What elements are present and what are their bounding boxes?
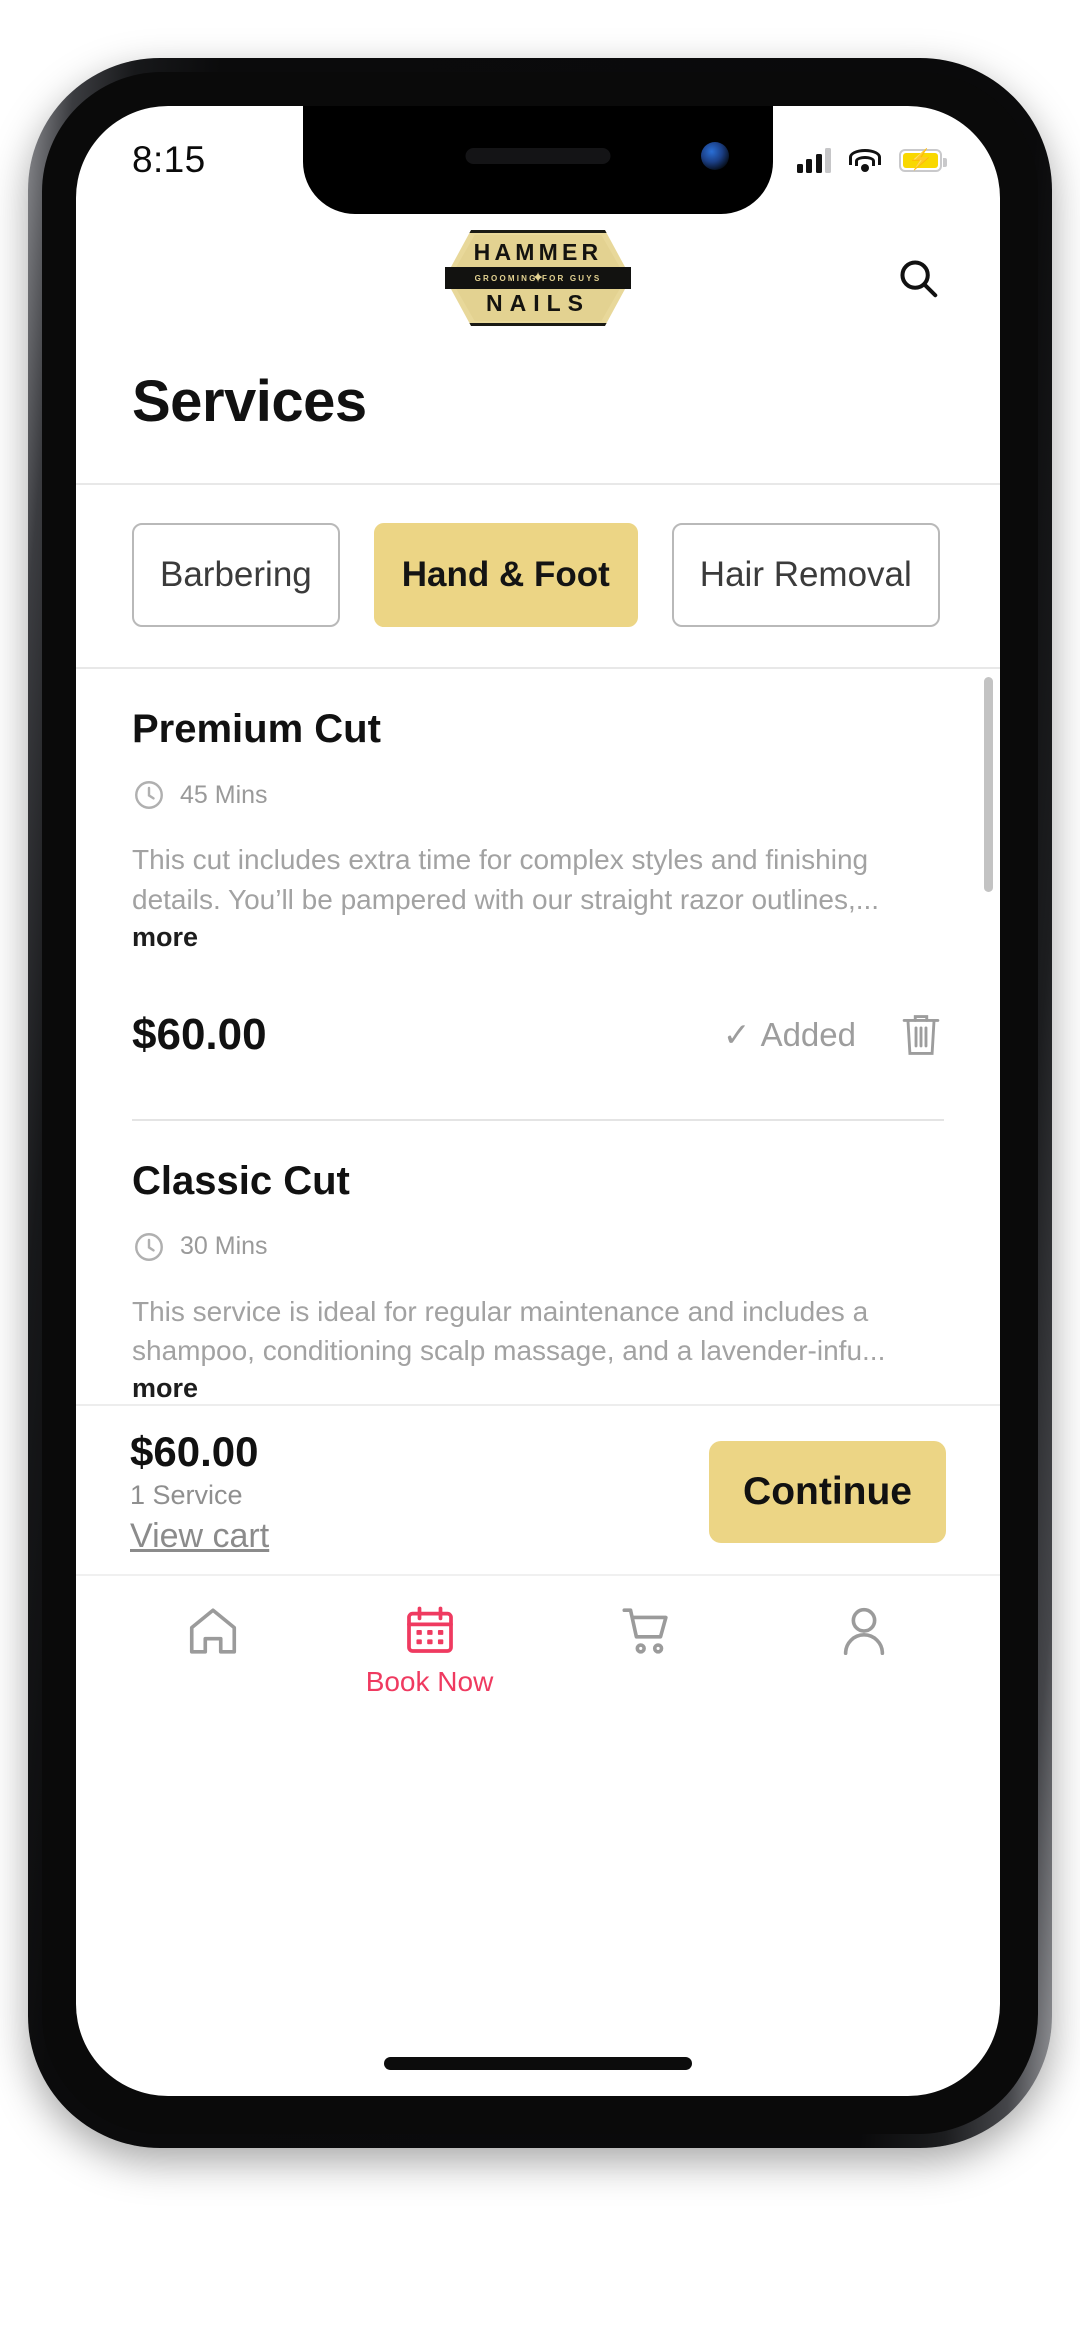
cart-item-count: 1 Service bbox=[130, 1480, 243, 1511]
front-camera bbox=[701, 142, 729, 170]
cart-total: $60.00 bbox=[130, 1428, 259, 1475]
status-time: 8:15 bbox=[132, 139, 206, 180]
phone-screen: 8:15 ⚡ HAMMER GROOMING FOR GUYS ✦ NAILS … bbox=[76, 106, 1000, 2096]
services-list[interactable]: Premium Cut 45 Mins This cut includes ex… bbox=[76, 669, 1000, 1404]
service-description: This service is ideal for regular mainte… bbox=[132, 1295, 886, 1367]
hammer-and-nails-logo: HAMMER GROOMING FOR GUYS ✦ NAILS bbox=[445, 230, 631, 326]
clock-icon bbox=[135, 781, 163, 809]
nav-label-book-now: Book Now bbox=[365, 1666, 494, 1698]
bottom-navigation: Book Now bbox=[76, 1574, 1000, 1731]
service-duration: 45 Mins bbox=[132, 778, 944, 812]
nav-item-book-now[interactable]: Book Now bbox=[355, 1602, 505, 1698]
cart-summary-bar: $60.00 1 Service View cart Continue bbox=[76, 1404, 1000, 1575]
category-tabs: Barbering Hand & Foot Hair Removal bbox=[76, 485, 1000, 667]
service-actions: ✓ Added bbox=[723, 1010, 944, 1060]
star-icon: ✦ bbox=[531, 269, 545, 287]
tab-barbering[interactable]: Barbering bbox=[132, 523, 340, 627]
continue-button[interactable]: Continue bbox=[709, 1441, 946, 1544]
phone-frame: 8:15 ⚡ HAMMER GROOMING FOR GUYS ✦ NAILS … bbox=[28, 58, 1052, 2148]
nav-item-cart[interactable] bbox=[572, 1602, 722, 1660]
service-duration: 30 Mins bbox=[132, 1230, 944, 1264]
service-footer: $60.00 ✓ Added bbox=[132, 987, 944, 1083]
page-title: Services bbox=[132, 369, 367, 434]
logo-tagline-band: GROOMING FOR GUYS ✦ bbox=[445, 267, 631, 289]
added-label: Added bbox=[760, 1015, 856, 1053]
service-more-link[interactable]: more bbox=[132, 922, 944, 953]
earpiece-speaker bbox=[465, 148, 611, 164]
page-title-container: Services bbox=[76, 342, 1000, 483]
screenshot-stage: 8:15 ⚡ HAMMER GROOMING FOR GUYS ✦ NAILS … bbox=[0, 0, 1080, 2340]
nav-item-profile[interactable] bbox=[789, 1602, 939, 1660]
logo-line-two: NAILS bbox=[486, 290, 590, 316]
list-scrollbar[interactable] bbox=[984, 677, 993, 892]
service-name: Premium Cut bbox=[132, 707, 381, 751]
service-price: $60.00 bbox=[132, 1009, 267, 1059]
service-card[interactable]: Classic Cut 30 Mins This service is idea… bbox=[132, 1121, 944, 1405]
service-duration-text: 30 Mins bbox=[180, 1232, 268, 1260]
service-card[interactable]: Premium Cut 45 Mins This cut includes ex… bbox=[132, 669, 944, 1121]
logo-line-one: HAMMER bbox=[473, 239, 603, 265]
search-icon[interactable] bbox=[890, 250, 946, 306]
battery-charging-icon: ⚡ bbox=[899, 148, 947, 172]
nav-item-home[interactable] bbox=[138, 1602, 288, 1660]
wifi-icon bbox=[848, 148, 882, 173]
home-indicator bbox=[384, 2057, 692, 2070]
service-name: Classic Cut bbox=[132, 1158, 350, 1203]
added-status-badge[interactable]: ✓ Added bbox=[723, 1015, 856, 1054]
service-description: This cut includes extra time for complex… bbox=[132, 844, 880, 915]
phone-bezel: 8:15 ⚡ HAMMER GROOMING FOR GUYS ✦ NAILS … bbox=[42, 72, 1038, 2134]
tab-hair-removal[interactable]: Hair Removal bbox=[671, 523, 940, 627]
service-duration-text: 45 Mins bbox=[180, 780, 268, 809]
clock-icon bbox=[135, 1232, 163, 1261]
status-icons: ⚡ bbox=[796, 147, 947, 173]
notch bbox=[303, 106, 773, 214]
app-header: HAMMER GROOMING FOR GUYS ✦ NAILS bbox=[76, 214, 1000, 342]
check-icon: ✓ bbox=[722, 1016, 751, 1053]
view-cart-link[interactable]: View cart bbox=[130, 1517, 269, 1556]
trash-icon bbox=[902, 1014, 940, 1055]
tab-hand-and-foot[interactable]: Hand & Foot bbox=[373, 523, 638, 627]
signal-bars-icon bbox=[796, 147, 831, 173]
cart-summary-text: $60.00 1 Service View cart bbox=[130, 1428, 269, 1556]
service-more-link[interactable]: more bbox=[132, 1373, 944, 1404]
